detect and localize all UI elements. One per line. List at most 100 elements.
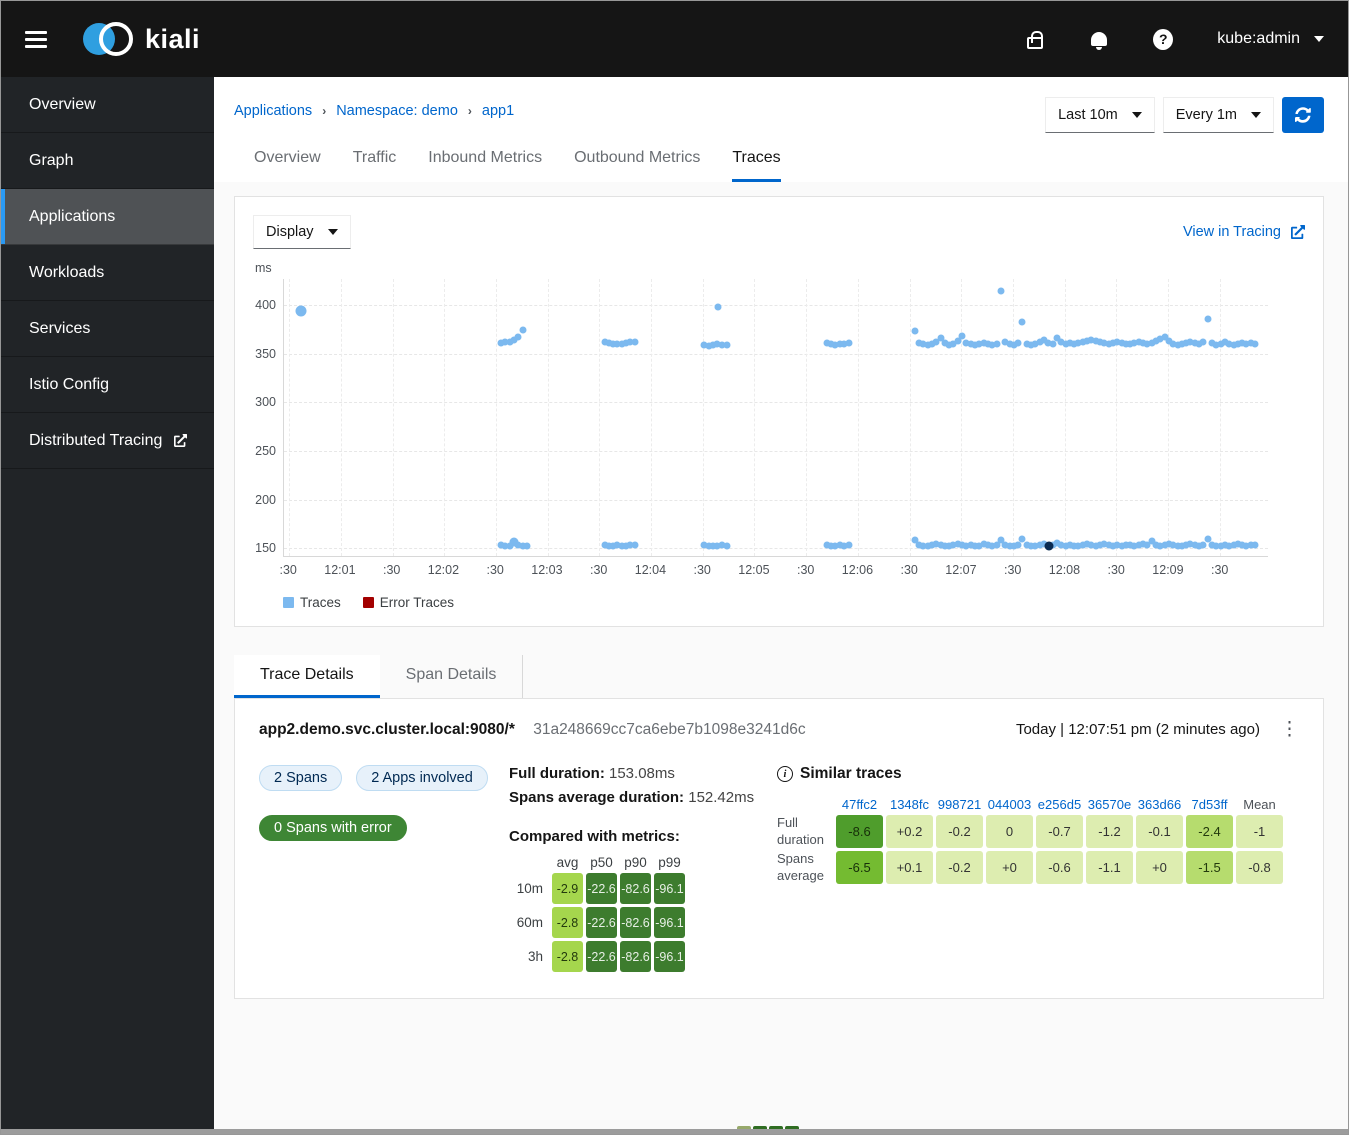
breadcrumb-link-applications[interactable]: Applications [234, 103, 312, 119]
x-gridline [444, 279, 446, 556]
metric-cell: -82.6 [620, 907, 651, 938]
user-name: kube:admin [1217, 30, 1300, 47]
y-tick-label: 250 [255, 444, 276, 459]
similar-trace-link-998721[interactable]: 998721 [936, 797, 983, 812]
tab-traces[interactable]: Traces [732, 139, 781, 182]
lock-icon[interactable] [1025, 29, 1045, 49]
selected-trace-dot[interactable] [1044, 541, 1054, 551]
trace-badges-column: 2 Spans 2 Apps involved 0 Spans with erro… [259, 765, 509, 972]
trace-dot[interactable] [911, 327, 919, 334]
view-in-tracing-link[interactable]: View in Tracing [1183, 224, 1305, 240]
metric-cell: -96.1 [654, 907, 685, 938]
sidebar-item-workloads[interactable]: Workloads [1, 245, 214, 301]
tab-outbound-metrics[interactable]: Outbound Metrics [574, 139, 700, 182]
refresh-interval-select[interactable]: Every 1m [1162, 97, 1274, 133]
kiali-logo: kiali [83, 22, 200, 56]
traces-section: Display View in Tracing ms 150 200 250 300 3… [214, 182, 1348, 1134]
help-icon[interactable]: ? [1153, 28, 1174, 50]
legend-item-error-traces[interactable]: Error Traces [362, 595, 454, 610]
trace-dot[interactable] [1199, 541, 1207, 549]
x-tick-label: 12:08 [1048, 563, 1081, 577]
breadcrumb-link-namespace-demo[interactable]: Namespace: demo [336, 103, 458, 119]
breadcrumb-separator: › [467, 104, 472, 118]
trace-durations-column: Full duration: 153.08ms Spans average du… [509, 765, 777, 972]
trace-dot[interactable] [723, 542, 731, 550]
sidebar-item-overview[interactable]: Overview [1, 77, 214, 133]
tab-span-details[interactable]: Span Details [380, 655, 524, 698]
trace-dot[interactable] [631, 541, 639, 549]
similar-trace-link-e256d5[interactable]: e256d5 [1036, 797, 1083, 812]
tab-inbound-metrics[interactable]: Inbound Metrics [428, 139, 542, 182]
sidebar-item-applications[interactable]: Applications [1, 189, 214, 245]
metric-cell: -96.1 [654, 873, 685, 904]
sidebar-nav: Overview Graph Applications Workloads Servic… [1, 77, 214, 469]
user-menu[interactable]: kube:admin [1217, 30, 1324, 48]
view-in-tracing-label: View in Tracing [1182, 224, 1281, 240]
legend-item-traces[interactable]: Traces [283, 595, 341, 610]
trace-dot[interactable] [714, 303, 722, 311]
refresh-button[interactable] [1282, 97, 1324, 133]
trace-service-name: app2.demo.svc.cluster.local:9080/* [259, 721, 515, 738]
sidebar: Overview Graph Applications Workloads Servic… [1, 77, 214, 1134]
trace-dot[interactable] [845, 541, 853, 549]
chevron-down-icon [327, 229, 338, 235]
y-gridline: 200 [255, 493, 1268, 507]
tab-overview[interactable]: Overview [254, 139, 321, 182]
metric-cell: -22.6 [586, 907, 617, 938]
similar-trace-link-7d53ff[interactable]: 7d53ff [1186, 797, 1233, 812]
trace-dot[interactable] [1251, 340, 1259, 348]
x-tick-label: :30 [486, 563, 504, 577]
trace-dot[interactable] [1018, 318, 1026, 326]
trace-dot[interactable] [1251, 541, 1259, 549]
tab-trace-details[interactable]: Trace Details [234, 655, 380, 698]
trace-dot[interactable] [997, 287, 1005, 295]
breadcrumb-link-app1[interactable]: app1 [482, 103, 514, 119]
similar-trace-link-47ffc2[interactable]: 47ffc2 [836, 797, 883, 812]
trace-dot[interactable] [1199, 338, 1207, 346]
similar-cell: -0.1 [1136, 815, 1183, 848]
x-gridline [806, 279, 808, 556]
trace-dot[interactable] [723, 341, 731, 349]
similar-cell: -0.2 [936, 815, 983, 848]
trace-dot[interactable] [845, 339, 853, 347]
similar-trace-link-1348fc[interactable]: 1348fc [886, 797, 933, 812]
traces-scatter-plot[interactable]: 150 200 250 300 350 400 [255, 279, 1268, 557]
duration-select[interactable]: Last 10m [1045, 97, 1155, 133]
trace-dot[interactable] [1014, 541, 1022, 549]
display-label: Display [266, 224, 314, 240]
chart-legend: Traces Error Traces [283, 595, 1305, 610]
y-gridline: 350 [255, 347, 1268, 361]
sidebar-item-istio-config[interactable]: Istio Config [1, 357, 214, 413]
similar-trace-link-044003[interactable]: 044003 [986, 797, 1033, 812]
x-gridline [651, 279, 653, 556]
x-gridline [1064, 279, 1066, 556]
similar-cell: +0.1 [886, 851, 933, 884]
x-tick-label: :30 [693, 563, 711, 577]
sidebar-item-distributed-tracing[interactable]: Distributed Tracing [1, 413, 214, 469]
trace-dot[interactable] [631, 338, 639, 346]
similar-cell: -1.5 [1186, 851, 1233, 884]
bell-icon[interactable] [1089, 29, 1109, 50]
y-gridline: 400 [255, 298, 1268, 312]
kebab-menu-icon[interactable]: ⋮ [1280, 720, 1299, 739]
trace-dot[interactable] [1014, 339, 1022, 347]
display-select[interactable]: Display [253, 215, 351, 249]
tab-traffic[interactable]: Traffic [353, 139, 397, 182]
similar-cell: +0.2 [886, 815, 933, 848]
trace-dot[interactable] [523, 542, 531, 550]
similar-trace-link-36570e[interactable]: 36570e [1086, 797, 1133, 812]
trace-dot[interactable] [1204, 315, 1212, 323]
trace-dot[interactable] [993, 340, 1001, 348]
trace-dot[interactable] [519, 326, 527, 334]
similar-trace-link-363d66[interactable]: 363d66 [1136, 797, 1183, 812]
trace-dot[interactable] [295, 305, 307, 317]
trace-timestamp: Today | 12:07:51 pm (2 minutes ago) [1015, 721, 1260, 738]
trace-dot[interactable] [514, 333, 522, 341]
detail-tabs: Trace Details Span Details [234, 655, 1324, 698]
sidebar-item-graph[interactable]: Graph [1, 133, 214, 189]
nav-toggle-icon[interactable] [25, 30, 47, 48]
sidebar-item-services[interactable]: Services [1, 301, 214, 357]
duration-value: Last 10m [1058, 107, 1118, 123]
x-gridline [961, 279, 963, 556]
similar-cell: -1.1 [1086, 851, 1133, 884]
